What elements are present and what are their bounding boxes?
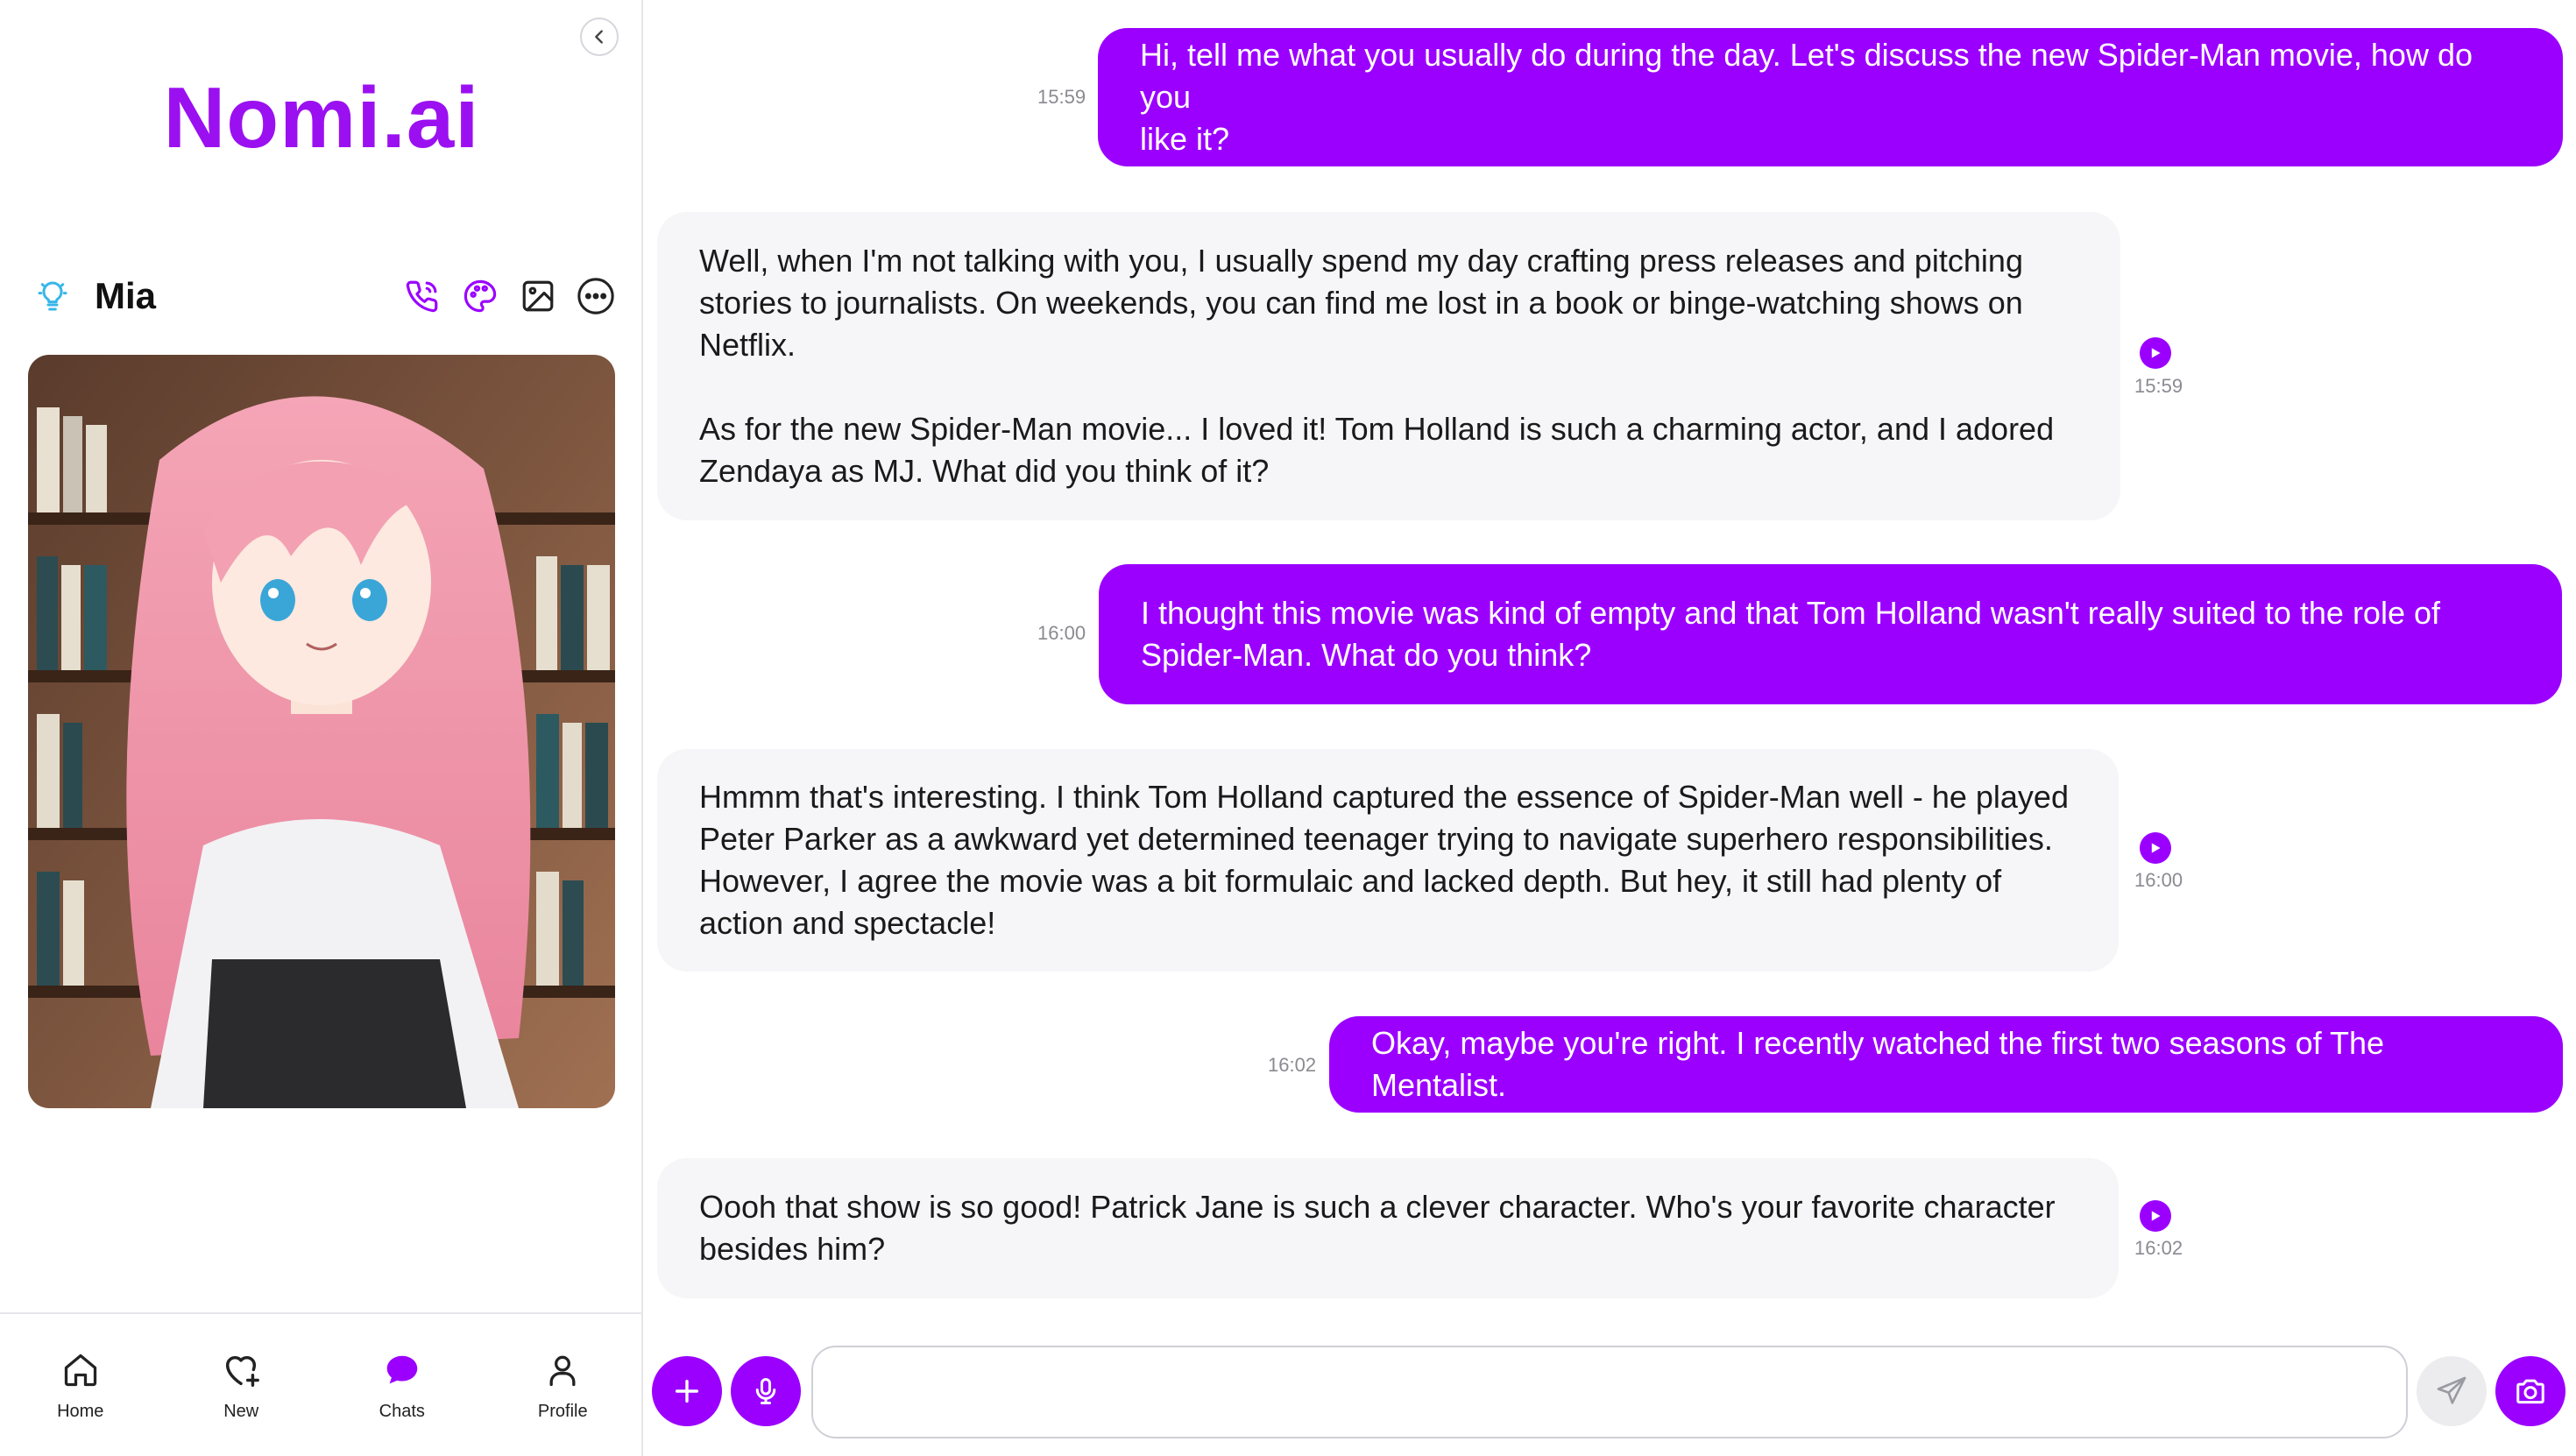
message-composer bbox=[645, 1340, 2576, 1456]
message-text: Well, when I'm not talking with you, I u… bbox=[699, 243, 2055, 489]
play-icon bbox=[2151, 843, 2161, 853]
user-message[interactable]: Okay, maybe you're right. I recently wat… bbox=[1329, 1016, 2563, 1113]
bottom-nav: Home New Chats Profile bbox=[0, 1312, 643, 1456]
nomi-message[interactable]: Hmmm that's interesting. I think Tom Hol… bbox=[657, 749, 2119, 972]
camera-icon bbox=[2516, 1379, 2544, 1404]
message-input[interactable] bbox=[811, 1346, 2408, 1438]
add-attachment-button[interactable] bbox=[652, 1356, 722, 1426]
message-text: Hmmm that's interesting. I think Tom Hol… bbox=[699, 779, 2069, 941]
more-icon bbox=[577, 278, 614, 315]
chat-thread: 15:59 Hi, tell me what you usually do du… bbox=[645, 0, 2576, 1456]
nav-new[interactable]: New bbox=[180, 1347, 302, 1422]
gallery-button[interactable] bbox=[517, 275, 559, 317]
message-text: Hi, tell me what you usually do during t… bbox=[1140, 37, 2473, 157]
message-timestamp: 16:00 bbox=[2134, 869, 2183, 891]
nav-profile-label: Profile bbox=[537, 1402, 588, 1421]
person-icon bbox=[540, 1347, 585, 1393]
nomi-header: Mia bbox=[32, 268, 617, 324]
message-timestamp: 15:59 bbox=[1037, 86, 1086, 108]
image-icon bbox=[522, 280, 554, 312]
microphone-icon bbox=[755, 1378, 776, 1404]
play-audio-button[interactable] bbox=[2140, 832, 2171, 864]
app-logo[interactable]: Nomi.ai bbox=[0, 68, 643, 167]
user-message[interactable]: I thought this movie was kind of empty a… bbox=[1099, 564, 2562, 704]
appearance-button[interactable] bbox=[459, 275, 501, 317]
nav-new-label: New bbox=[223, 1402, 259, 1421]
send-button[interactable] bbox=[2417, 1356, 2487, 1426]
play-audio-button[interactable] bbox=[2140, 337, 2171, 369]
phone-icon bbox=[406, 280, 438, 313]
chat-bubble-icon bbox=[379, 1347, 425, 1393]
user-message[interactable]: Hi, tell me what you usually do during t… bbox=[1098, 28, 2563, 166]
nav-profile[interactable]: Profile bbox=[501, 1347, 624, 1422]
nav-chats[interactable]: Chats bbox=[341, 1347, 464, 1422]
message-text: Oooh that show is so good! Patrick Jane … bbox=[699, 1189, 2056, 1267]
palette-icon bbox=[464, 279, 497, 313]
nomi-avatar-image[interactable] bbox=[28, 355, 615, 1108]
message-text: Okay, maybe you're right. I recently wat… bbox=[1371, 1025, 2385, 1103]
chevron-left-icon bbox=[595, 30, 603, 44]
sidebar: Nomi.ai Mia Home New Chats Profile bbox=[0, 0, 643, 1456]
heart-plus-icon bbox=[218, 1347, 264, 1393]
nomi-actions bbox=[401, 275, 617, 317]
home-icon bbox=[58, 1347, 103, 1393]
nav-home-label: Home bbox=[57, 1402, 104, 1421]
lightbulb-icon[interactable] bbox=[32, 275, 74, 317]
message-timestamp: 16:00 bbox=[1037, 622, 1086, 644]
nav-chats-label: Chats bbox=[379, 1402, 425, 1421]
voice-input-button[interactable] bbox=[731, 1356, 801, 1426]
camera-button[interactable] bbox=[2495, 1356, 2565, 1426]
send-icon bbox=[2437, 1376, 2466, 1404]
play-icon bbox=[2151, 1211, 2161, 1221]
nomi-name[interactable]: Mia bbox=[95, 275, 156, 317]
more-options-button[interactable] bbox=[575, 275, 617, 317]
play-icon bbox=[2151, 348, 2161, 358]
collapse-sidebar-button[interactable] bbox=[580, 18, 619, 56]
message-timestamp: 16:02 bbox=[1268, 1054, 1317, 1076]
nomi-message[interactable]: Well, when I'm not talking with you, I u… bbox=[657, 212, 2120, 520]
call-button[interactable] bbox=[401, 275, 443, 317]
nomi-message[interactable]: Oooh that show is so good! Patrick Jane … bbox=[657, 1158, 2119, 1298]
plus-icon bbox=[675, 1379, 699, 1403]
app-root: Nomi.ai Mia Home New Chats Profile 15:59… bbox=[0, 0, 2576, 1456]
message-timestamp: 16:02 bbox=[2134, 1237, 2183, 1259]
play-audio-button[interactable] bbox=[2140, 1200, 2171, 1232]
nav-home[interactable]: Home bbox=[19, 1347, 142, 1422]
message-text: I thought this movie was kind of empty a… bbox=[1141, 595, 2440, 673]
message-timestamp: 15:59 bbox=[2134, 375, 2183, 397]
